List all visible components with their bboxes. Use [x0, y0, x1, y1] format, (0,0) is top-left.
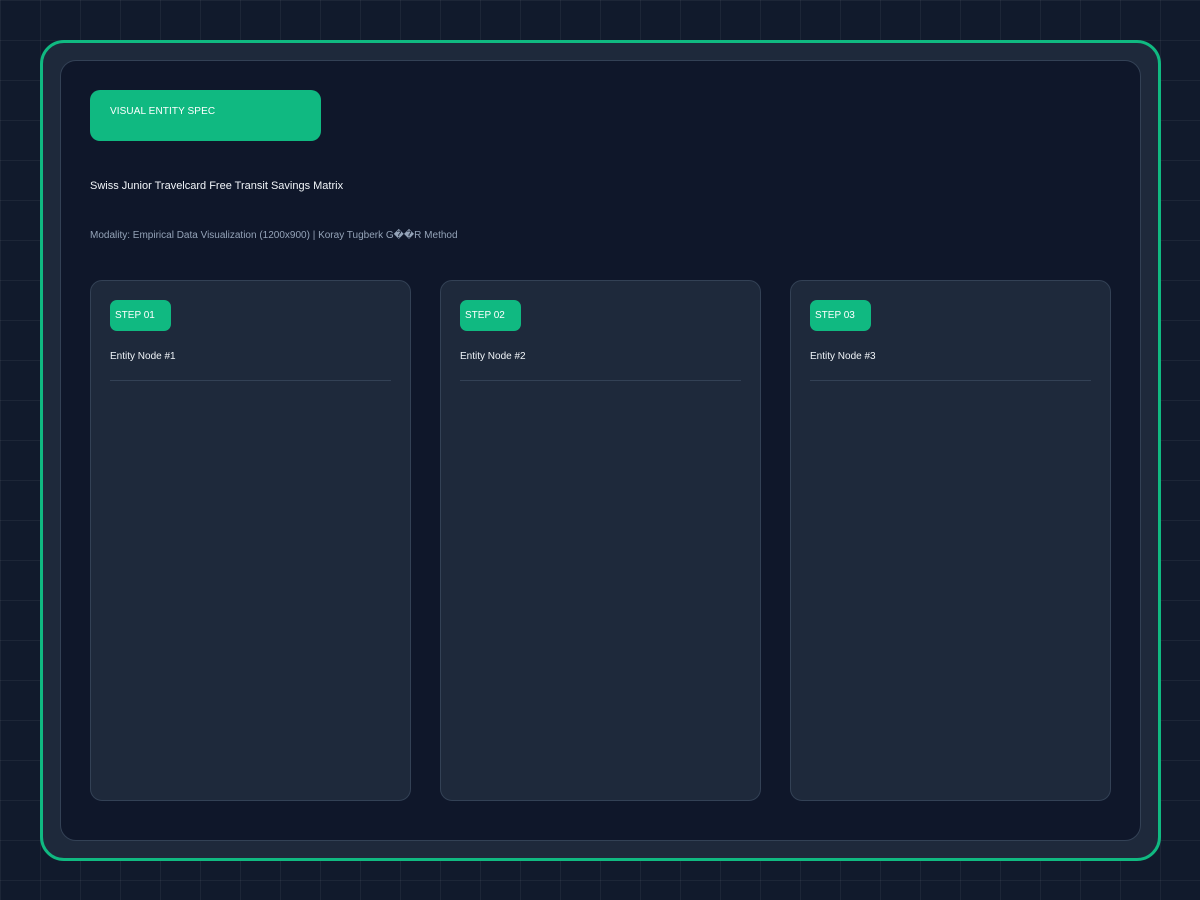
step-badge: STEP 02	[460, 300, 521, 331]
step-card-3: STEP 03 Entity Node #3	[790, 280, 1111, 801]
modality-subtitle: Modality: Empirical Data Visualization (…	[90, 230, 458, 241]
entity-node-title: Entity Node #3	[810, 351, 876, 362]
card-divider	[810, 380, 1091, 381]
entity-node-title: Entity Node #1	[110, 351, 176, 362]
spec-badge: VISUAL ENTITY SPEC	[90, 90, 321, 141]
step-card-2: STEP 02 Entity Node #2	[440, 280, 761, 801]
page-title: Swiss Junior Travelcard Free Transit Sav…	[90, 180, 344, 192]
card-divider	[110, 380, 391, 381]
step-card-1: STEP 01 Entity Node #1	[90, 280, 411, 801]
card-divider	[460, 380, 741, 381]
entity-node-title: Entity Node #2	[460, 351, 526, 362]
step-badge: STEP 03	[810, 300, 871, 331]
step-badge: STEP 01	[110, 300, 171, 331]
